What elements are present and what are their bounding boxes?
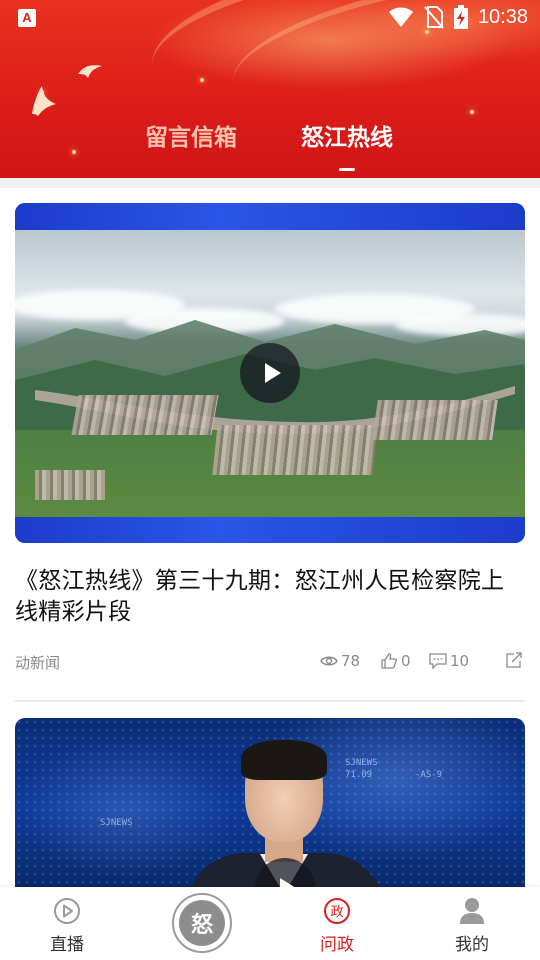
nav-label-wenzheng: 问政 bbox=[320, 935, 354, 955]
app-badge-icon: A bbox=[18, 9, 36, 27]
zheng-glyph: 政 bbox=[330, 905, 343, 920]
article-meta: 动新闻 78 0 10 bbox=[15, 648, 525, 674]
nav-item-mine[interactable]: 我的 bbox=[422, 887, 522, 960]
comment-count: 10 bbox=[450, 652, 470, 670]
no-sim-icon bbox=[424, 6, 444, 29]
section-divider bbox=[0, 178, 540, 188]
active-tab-indicator bbox=[339, 168, 355, 171]
comment-button[interactable]: 10 bbox=[429, 652, 469, 670]
video-band-bottom bbox=[15, 517, 525, 543]
dove-icon bbox=[78, 65, 102, 78]
status-right: 10:38 bbox=[388, 5, 528, 29]
status-time: 10:38 bbox=[477, 5, 528, 28]
view-count: 78 bbox=[320, 652, 360, 670]
share-button[interactable] bbox=[505, 652, 523, 668]
wifi-icon bbox=[388, 7, 413, 27]
status-bar: A 10:38 bbox=[0, 0, 540, 38]
play-button[interactable] bbox=[240, 343, 300, 403]
tab-nujiang-hotline[interactable]: 怒江热线 bbox=[301, 118, 393, 152]
user-icon bbox=[460, 898, 484, 924]
eye-icon bbox=[320, 656, 338, 666]
play-icon bbox=[264, 363, 281, 383]
comment-icon bbox=[429, 653, 447, 669]
nav-item-wenzheng[interactable]: 政 问政 bbox=[287, 887, 387, 960]
nav-label-live: 直播 bbox=[50, 935, 84, 955]
like-count: 0 bbox=[401, 652, 411, 670]
article-source: 动新闻 bbox=[15, 654, 61, 672]
tab-bar: 留言信箱 怒江热线 bbox=[0, 118, 540, 158]
play-circle-icon bbox=[54, 898, 80, 924]
video-thumbnail[interactable] bbox=[15, 203, 525, 543]
nav-item-live[interactable]: 直播 bbox=[17, 887, 117, 960]
center-logo-inner: 怒 bbox=[179, 900, 225, 946]
overlay-text: -AS-9 bbox=[415, 770, 443, 780]
sparkle bbox=[470, 110, 474, 114]
card-divider bbox=[15, 700, 525, 702]
like-button[interactable]: 0 bbox=[380, 652, 411, 670]
share-icon bbox=[506, 652, 522, 668]
overlay-text: SJNEWS bbox=[345, 758, 378, 768]
header-banner: A 10:38 留言信箱 怒江热线 bbox=[0, 0, 540, 178]
sparkle bbox=[200, 78, 204, 82]
dove-icon bbox=[32, 86, 56, 116]
view-count-value: 78 bbox=[341, 652, 361, 670]
bottom-nav: 直播 政 问政 我的 bbox=[0, 887, 540, 960]
battery-charging-icon bbox=[453, 5, 468, 29]
tab-message-box[interactable]: 留言信箱 bbox=[145, 118, 237, 152]
overlay-text: SJNEWS bbox=[100, 818, 133, 828]
nav-label-mine: 我的 bbox=[455, 935, 489, 955]
news-anchor-hair bbox=[241, 740, 327, 780]
nu-glyph: 怒 bbox=[190, 913, 213, 938]
center-logo-button[interactable]: 怒 bbox=[172, 893, 232, 953]
video-thumbnail[interactable]: SJNEWS -AS-9 71.09 SJNEWS bbox=[15, 718, 525, 893]
video-band-top bbox=[15, 203, 525, 230]
overlay-text: 71.09 bbox=[345, 770, 373, 780]
article-title[interactable]: 《怒江热线》第三十九期：怒江州人民检察院上线精彩片段 bbox=[15, 566, 527, 628]
zheng-badge-icon: 政 bbox=[324, 898, 350, 924]
thumbs-up-icon bbox=[381, 653, 398, 669]
